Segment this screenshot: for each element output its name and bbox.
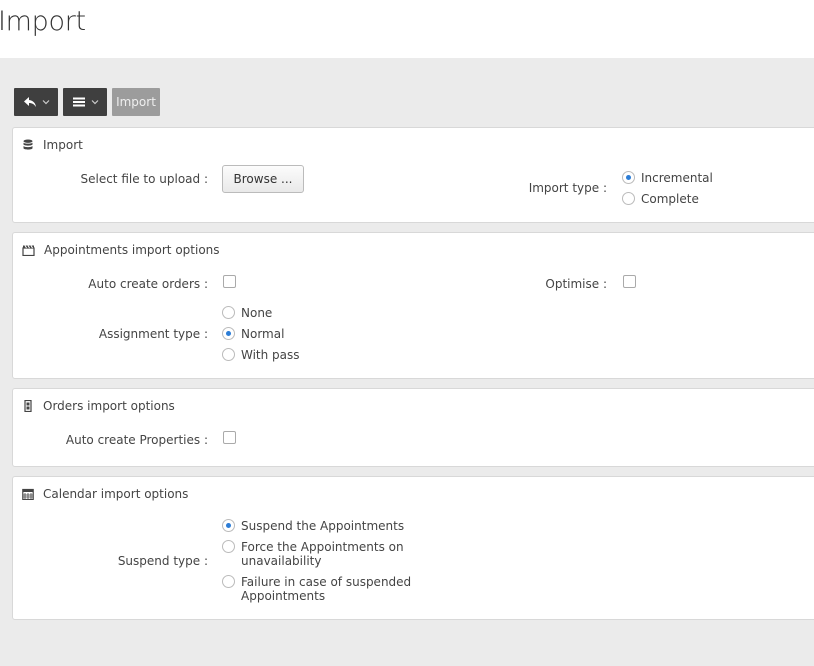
import-panel: Import Select file to upload : Browse ..…: [12, 127, 814, 223]
assignment-type-none-option[interactable]: None: [222, 306, 272, 320]
option-label: Normal: [241, 327, 285, 341]
option-label-line1: Failure in case of suspended: [241, 575, 412, 589]
page-header: Import: [0, 0, 814, 58]
option-label-line2: Appointments: [241, 589, 326, 603]
reply-icon: [23, 97, 36, 107]
clapperboard-icon: [22, 245, 35, 256]
panel-title: Import: [43, 138, 83, 152]
panel-title: Orders import options: [43, 399, 175, 413]
browse-button[interactable]: Browse ...: [222, 165, 304, 193]
import-button[interactable]: Import: [112, 88, 160, 116]
radio-button[interactable]: [222, 306, 235, 319]
panel-header: Import: [22, 138, 83, 152]
panel-title: Calendar import options: [43, 487, 189, 501]
panel-header: Appointments import options: [22, 243, 220, 257]
option-label: Suspend the Appointments: [241, 519, 405, 533]
panel-header: Calendar import options: [22, 487, 188, 501]
assignment-type-with-pass-option[interactable]: With pass: [222, 348, 300, 362]
auto-create-properties-checkbox[interactable]: [223, 431, 236, 444]
option-label: Incremental: [641, 171, 713, 185]
chevron-down-icon: [42, 100, 49, 105]
option-label: Complete: [641, 192, 699, 206]
back-button[interactable]: [14, 88, 58, 116]
import-type-incremental-option[interactable]: Incremental: [622, 171, 713, 185]
radio-button[interactable]: [222, 540, 235, 553]
chevron-down-icon: [91, 100, 98, 105]
option-label-line1: Force the Appointments on: [241, 540, 404, 554]
option-label: With pass: [241, 348, 300, 362]
suspend-appointments-option[interactable]: Suspend the Appointments: [222, 519, 404, 533]
appointments-panel: Appointments import options Auto create …: [12, 232, 814, 379]
auto-create-orders-label: Auto create orders :: [88, 277, 208, 291]
option-label: None: [241, 306, 273, 320]
optimise-label: Optimise :: [545, 277, 607, 291]
auto-create-properties-label: Auto create Properties :: [65, 433, 208, 447]
actions-menu-button[interactable]: [63, 88, 107, 116]
auto-create-orders-checkbox[interactable]: [223, 275, 236, 288]
list-icon: [72, 97, 85, 107]
option-label-line2: unavailability: [241, 554, 322, 568]
import-type-complete-option[interactable]: Complete: [622, 192, 699, 206]
panel-title: Appointments import options: [44, 243, 220, 257]
option-label: Failure in case of suspended Appointment…: [241, 575, 411, 603]
radio-button[interactable]: [222, 348, 235, 361]
failure-suspended-option[interactable]: Failure in case of suspended Appointment…: [222, 575, 411, 603]
film-strip-icon: [24, 400, 32, 412]
panel-header: Orders import options: [22, 399, 175, 413]
radio-button[interactable]: [222, 575, 235, 588]
database-icon: [23, 139, 33, 150]
import-type-label: Import type :: [528, 181, 607, 195]
assignment-type-label: Assignment type :: [98, 327, 208, 341]
toolbar: Import: [14, 88, 160, 116]
calendar-panel: Calendar import options Suspend type : S…: [12, 476, 814, 620]
force-appointments-option[interactable]: Force the Appointments on unavailability: [222, 540, 404, 568]
radio-button[interactable]: [222, 519, 235, 532]
calendar-icon: [22, 488, 34, 500]
radio-button[interactable]: [222, 327, 235, 340]
assignment-type-normal-option[interactable]: Normal: [222, 327, 284, 341]
page-title: Import: [0, 6, 86, 37]
orders-panel: Orders import options Auto create Proper…: [12, 388, 814, 467]
radio-button[interactable]: [622, 192, 635, 205]
optimise-checkbox[interactable]: [623, 275, 636, 288]
radio-button[interactable]: [622, 171, 635, 184]
option-label: Force the Appointments on unavailability: [241, 540, 404, 568]
file-upload-label: Select file to upload :: [80, 172, 208, 186]
suspend-type-label: Suspend type :: [117, 554, 208, 568]
